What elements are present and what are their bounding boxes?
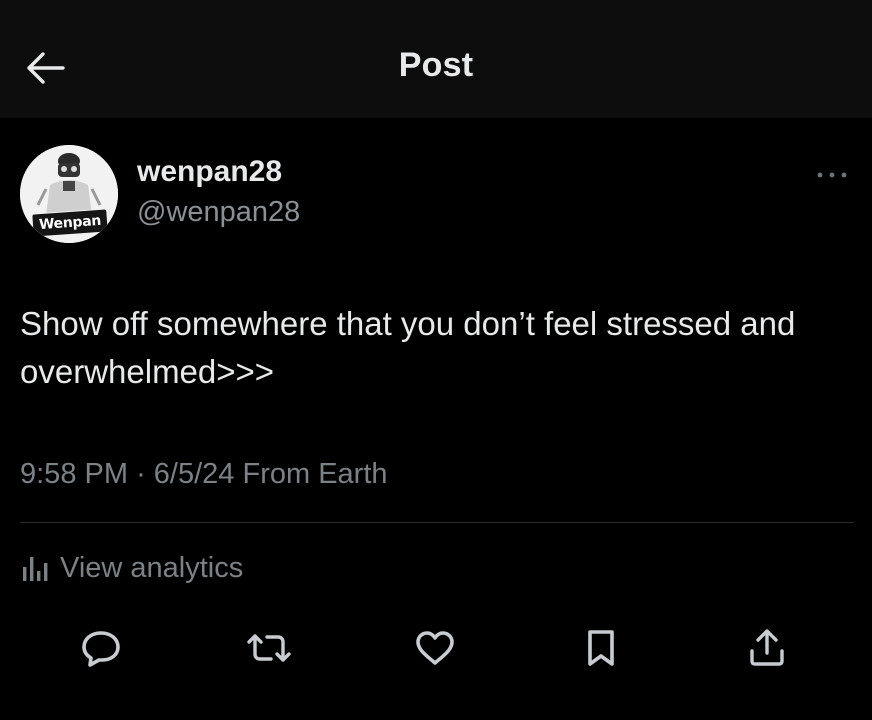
analytics-bars-icon	[23, 557, 48, 581]
meta-separator: ·	[136, 458, 146, 490]
reply-button[interactable]	[76, 624, 126, 672]
view-analytics-label: View analytics	[60, 551, 244, 584]
share-button[interactable]	[742, 624, 792, 672]
more-horizontal-icon	[817, 172, 847, 178]
repost-button[interactable]	[244, 624, 294, 672]
like-button[interactable]	[410, 624, 460, 672]
post-source: From Earth	[242, 458, 388, 490]
more-options-button[interactable]	[812, 160, 852, 190]
page-title: Post	[398, 46, 474, 84]
post-date: 6/5/24	[153, 458, 235, 490]
avatar[interactable]: Wenpan	[20, 145, 118, 243]
post-meta: 9:58 PM · 6/5/24 From Earth	[20, 458, 388, 491]
heart-icon	[416, 631, 454, 665]
divider	[20, 522, 854, 523]
top-bar: Post	[0, 0, 872, 118]
post-time: 9:58 PM	[20, 458, 128, 490]
post-text: Show off somewhere that you don’t feel s…	[20, 305, 796, 390]
view-analytics-button[interactable]: View analytics	[20, 548, 243, 588]
reply-bubble-icon	[82, 631, 120, 667]
author-display-name[interactable]: wenpan28	[137, 155, 282, 189]
repost-icon	[247, 634, 291, 662]
bookmark-icon	[588, 630, 614, 666]
author-handle[interactable]: @wenpan28	[137, 196, 300, 229]
share-upload-icon	[750, 629, 784, 666]
bookmark-button[interactable]	[576, 624, 626, 672]
